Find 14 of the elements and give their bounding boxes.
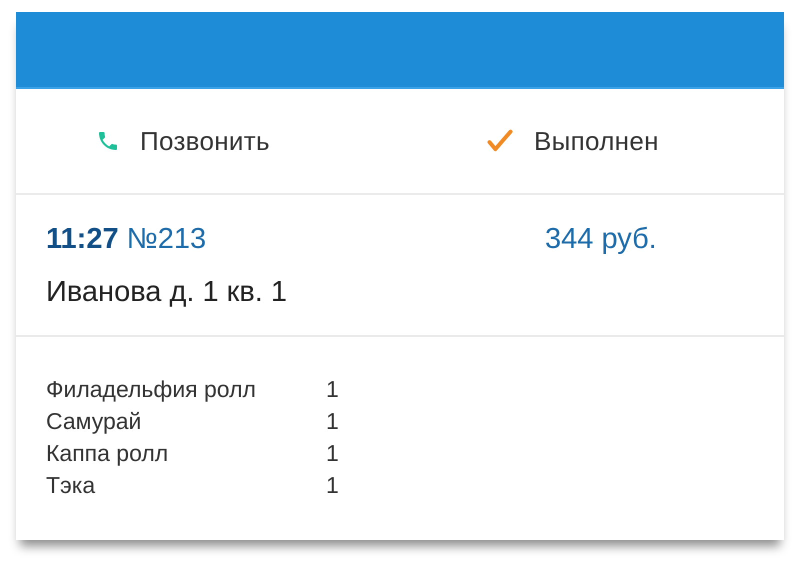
call-button[interactable]: Позвонить: [16, 89, 400, 193]
item-name: Самурай: [46, 407, 142, 436]
item-quantity: 1: [326, 471, 339, 500]
item-name: Филадельфия ролл: [46, 375, 257, 404]
order-total: 344 руб.: [545, 223, 657, 256]
done-button[interactable]: Выполнен: [400, 89, 784, 193]
delivery-address: Иванова д. 1 кв. 1: [46, 276, 288, 309]
item-name: Каппа ролл: [46, 439, 170, 468]
item-quantity: 1: [326, 407, 339, 436]
item-name: Тэка: [46, 471, 96, 500]
order-time-number: 11:27 №213: [46, 223, 208, 256]
phone-icon: [96, 129, 120, 153]
item-quantity: 1: [326, 439, 339, 468]
item-quantity: 1: [326, 375, 339, 404]
